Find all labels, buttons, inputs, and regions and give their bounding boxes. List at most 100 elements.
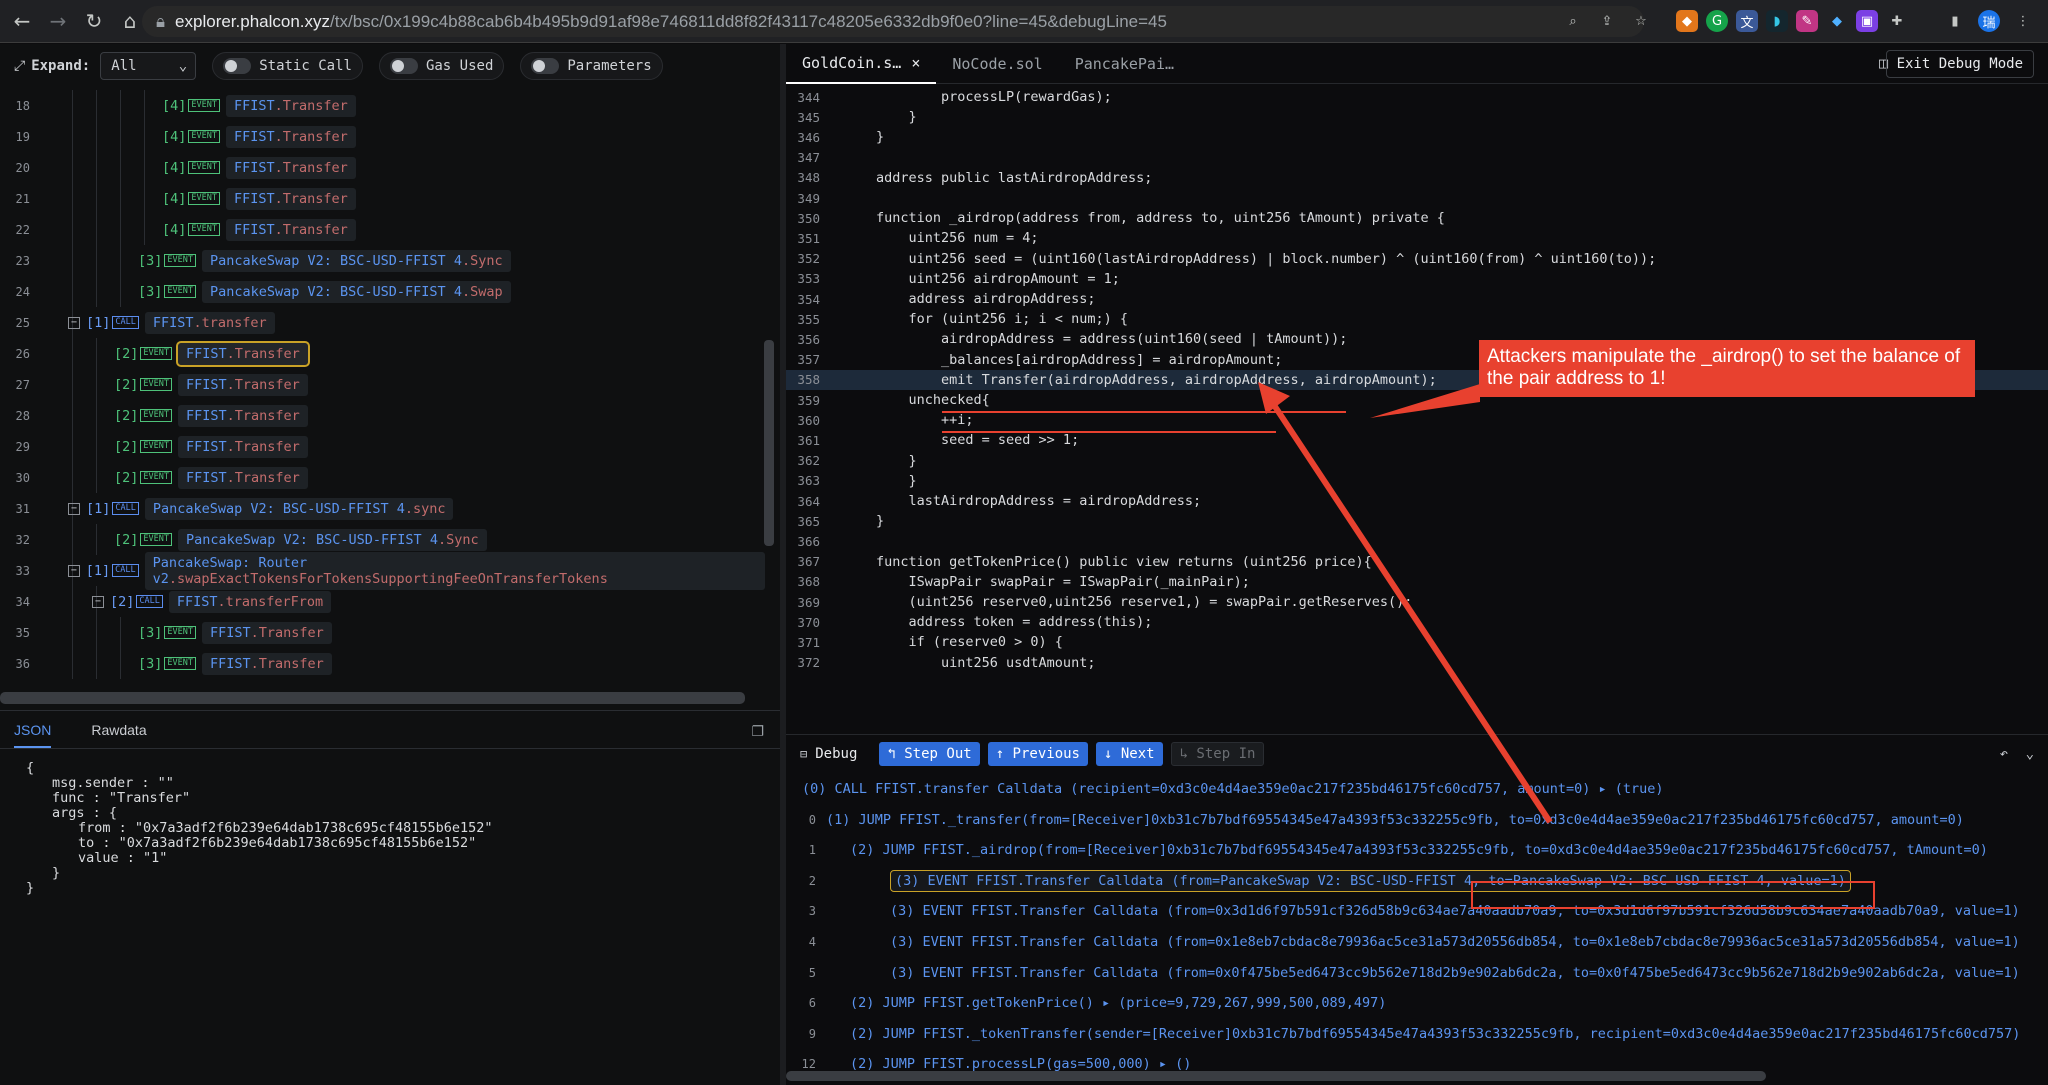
back-icon[interactable]: ← (8, 7, 36, 35)
node-label[interactable]: FFIST.Transfer (225, 156, 356, 179)
home-icon[interactable]: ⌂ (116, 7, 144, 35)
tree-row[interactable]: 21 [4] EVENT FFIST.Transfer (0, 183, 765, 214)
tree-row[interactable]: 30 [2] EVENT FFIST.Transfer (0, 462, 765, 493)
extension-icon[interactable]: ▣ (1856, 10, 1878, 32)
tree-scrollbar[interactable] (764, 340, 774, 546)
node-label[interactable]: FFIST.Transfer (225, 218, 356, 241)
zoom-icon[interactable]: ⌕ (1562, 10, 1584, 32)
tree-node: [3] EVENT FFIST.Transfer (138, 652, 332, 675)
collapse-toggle-icon[interactable]: − (68, 564, 80, 577)
node-label[interactable]: FFIST.Transfer (225, 94, 356, 117)
node-label[interactable]: FFIST.transferFrom (168, 590, 332, 613)
json-line: func : "Transfer" (52, 790, 191, 806)
tree-row[interactable]: 18 [4] EVENT FFIST.Transfer (0, 90, 765, 121)
translate-icon[interactable]: 文 (1736, 10, 1758, 32)
collapse-toggle-icon[interactable]: − (92, 595, 104, 608)
close-icon[interactable]: × (911, 54, 920, 72)
extension-icon[interactable]: ◗ (1766, 10, 1788, 32)
node-label[interactable]: PancakeSwap: Router v2.swapExactTokensFo… (144, 551, 765, 590)
tab-goldcoin[interactable]: GoldCoin.s… × (786, 44, 937, 84)
previous-button[interactable]: ↑ Previous (987, 741, 1088, 766)
menu-icon[interactable]: ⋮ (2012, 10, 2034, 32)
tree-row[interactable]: 35 [3] EVENT FFIST.Transfer (0, 617, 765, 648)
debug-title: Debug (815, 745, 858, 762)
tree-node: [3] EVENT PancakeSwap V2: BSC-USD-FFIST 4.… (138, 249, 511, 272)
static-call-toggle[interactable]: Static Call (212, 52, 363, 80)
node-label[interactable]: FFIST.Transfer (177, 404, 308, 427)
tree-line-number: 24 (15, 284, 30, 299)
tree-row[interactable]: 28 [2] EVENT FFIST.Transfer (0, 400, 765, 431)
node-label[interactable]: FFIST.Transfer (201, 652, 332, 675)
node-label[interactable]: FFIST.transfer (144, 311, 275, 334)
tree-row[interactable]: 24 [3] EVENT PancakeSwap V2: BSC-USD-FFIST … (0, 276, 765, 307)
collapse-toggle-icon[interactable]: − (68, 316, 80, 329)
tree-line-number: 19 (15, 129, 30, 144)
tree-row[interactable]: 23 [3] EVENT PancakeSwap V2: BSC-USD-FFIST … (0, 245, 765, 276)
step-in-button[interactable]: ↳ Step In (1170, 741, 1265, 766)
forward-icon[interactable]: → (44, 7, 72, 35)
tree-row[interactable]: 34 − [2] CALL FFIST.transferFrom (0, 586, 765, 617)
callout-pointer (1370, 384, 1480, 418)
avatar[interactable]: 瑞 (1978, 10, 2000, 32)
share-icon[interactable]: ⇪ (1596, 10, 1618, 32)
tree-node: [2] EVENT FFIST.Transfer (114, 373, 308, 396)
parameters-toggle[interactable]: Parameters (520, 52, 663, 80)
sidebar-icon[interactable]: ▮ (1944, 10, 1966, 32)
node-label[interactable]: PancakeSwap V2: BSC-USD-FFIST 4.Swap (201, 280, 511, 303)
tree-row[interactable]: 27 [2] EVENT FFIST.Transfer (0, 369, 765, 400)
tree-row[interactable]: 19 [4] EVENT FFIST.Transfer (0, 121, 765, 152)
address-bar[interactable]: 🔒︎ explorer.phalcon.xyz/tx/bsc/0x199c4b8… (142, 6, 1644, 37)
step-out-button[interactable]: ↰ Step Out (879, 741, 980, 766)
tree-row[interactable]: 26 [2] EVENT FFIST.Transfer (0, 338, 765, 369)
tree-row[interactable]: 20 [4] EVENT FFIST.Transfer (0, 152, 765, 183)
json-line: from : "0x7a3adf2f6b239e64dab1738c695cf4… (78, 820, 493, 836)
grammarly-icon[interactable]: G (1706, 10, 1728, 32)
arrow-down-icon: ↓ (1103, 745, 1121, 762)
collapse-toggle-icon[interactable]: − (68, 502, 80, 515)
tree-horizontal-scrollbar[interactable] (0, 692, 745, 704)
call-depth: [3] (138, 252, 163, 269)
tab-json[interactable]: JSON (14, 722, 52, 748)
json-line: } (52, 865, 61, 881)
tree-node: − [2] CALL FFIST.transferFrom (92, 590, 332, 613)
call-depth: [1] (85, 562, 111, 579)
node-label[interactable]: FFIST.Transfer (177, 435, 308, 458)
next-button[interactable]: ↓ Next (1095, 741, 1163, 766)
gas-used-toggle[interactable]: Gas Used (378, 52, 505, 80)
metamask-icon[interactable]: ◆ (1676, 10, 1698, 32)
exit-debug-button[interactable]: Exit Debug Mode (1885, 50, 2034, 78)
chevron-down-icon[interactable]: ⌄ (2026, 746, 2034, 762)
tree-row[interactable]: 29 [2] EVENT FFIST.Transfer (0, 431, 765, 462)
tree-row[interactable]: 31 − [1] CALL PancakeSwap V2: BSC-USD-FFIST … (0, 493, 765, 524)
node-label[interactable]: FFIST.Transfer (201, 621, 332, 644)
node-label[interactable]: PancakeSwap V2: BSC-USD-FFIST 4.Sync (177, 528, 487, 551)
tree-row[interactable]: 33 − [1] CALL PancakeSwap: Router v2.swapExa… (0, 551, 765, 590)
node-function: .Transfer (226, 376, 300, 393)
tree-row[interactable]: 36 [3] EVENT FFIST.Transfer (0, 648, 765, 679)
node-label[interactable]: FFIST.Transfer (175, 340, 310, 367)
tree-row[interactable]: 32 [2] EVENT PancakeSwap V2: BSC-USD-FFIST … (0, 524, 765, 555)
extension-icon[interactable]: ◆ (1826, 10, 1848, 32)
puzzle-icon[interactable]: ✚ (1886, 10, 1908, 32)
extension-icon[interactable]: ✎ (1796, 10, 1818, 32)
tree-row[interactable]: 25 − [1] CALL FFIST.transfer (0, 307, 765, 338)
node-label[interactable]: PancakeSwap V2: BSC-USD-FFIST 4.sync (144, 497, 454, 520)
copy-icon[interactable]: ❐ (751, 723, 764, 740)
bookmark-star-icon[interactable]: ☆ (1630, 10, 1652, 32)
node-label[interactable]: FFIST.Transfer (225, 125, 356, 148)
tab-nocode[interactable]: NoCode.sol (936, 44, 1058, 84)
reload-icon[interactable]: ↻ (80, 7, 108, 35)
tab-rawdata[interactable]: Rawdata (91, 722, 146, 738)
expand-select[interactable]: All ⌄ (100, 52, 197, 80)
indent-guide (72, 121, 73, 152)
node-label[interactable]: FFIST.Transfer (225, 187, 356, 210)
json-line: } (26, 880, 35, 896)
node-label[interactable]: PancakeSwap V2: BSC-USD-FFIST 4.Sync (201, 249, 511, 272)
undo-icon[interactable]: ↶ (2000, 746, 2008, 762)
node-label[interactable]: FFIST.Transfer (177, 373, 308, 396)
node-label[interactable]: FFIST.Transfer (177, 466, 308, 489)
collapse-icon[interactable]: ⊟ (800, 747, 807, 761)
tab-pancakepair[interactable]: PancakePai… (1059, 44, 1190, 84)
kind-badge: CALL (112, 564, 139, 577)
tree-row[interactable]: 22 [4] EVENT FFIST.Transfer (0, 214, 765, 245)
